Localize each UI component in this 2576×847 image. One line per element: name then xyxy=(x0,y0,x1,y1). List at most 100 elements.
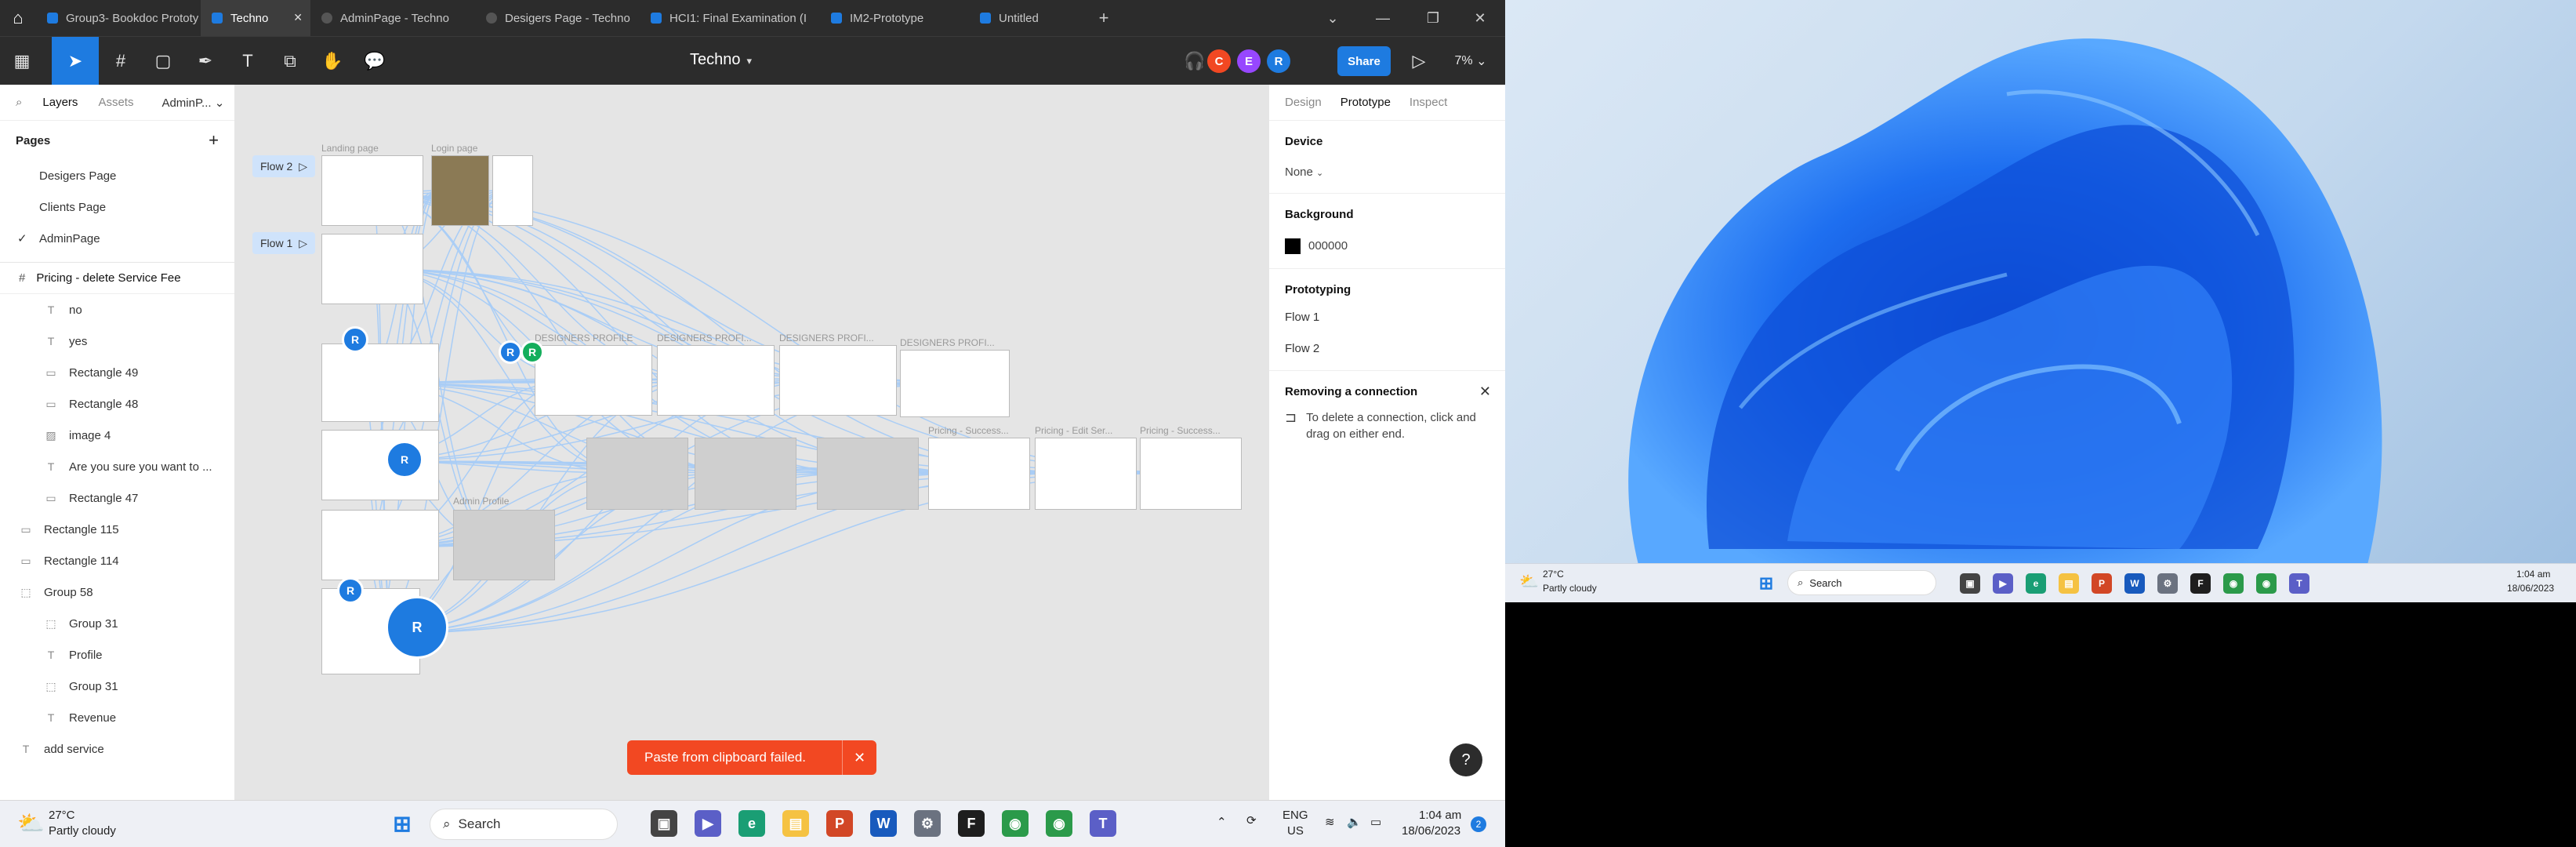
frame-thumbnail[interactable] xyxy=(321,344,439,422)
frame-label[interactable]: DESIGNERS PROFILE xyxy=(535,333,633,344)
wifi-icon[interactable]: ≋ xyxy=(1325,815,1335,829)
frame-label[interactable]: Pricing - Edit Ser... xyxy=(1035,425,1112,436)
flow-starting-point[interactable]: Flow 2 ▷ xyxy=(252,155,316,177)
tab-desigers-page[interactable]: Desigers Page - Techno xyxy=(475,0,640,36)
frame-thumbnail[interactable] xyxy=(817,438,919,510)
page-switcher[interactable]: AdminP... ⌄ xyxy=(161,96,224,110)
weather-temp[interactable]: 27°C xyxy=(1543,569,1564,580)
taskbar-search[interactable]: ⌕ Search xyxy=(430,809,618,840)
window-close-icon[interactable]: ✕ xyxy=(1455,0,1505,36)
frame-thumbnail[interactable] xyxy=(657,345,775,416)
frame-label[interactable]: Landing page xyxy=(321,143,379,154)
frame-layer[interactable]: # Pricing - delete Service Fee xyxy=(0,263,234,294)
share-button[interactable]: Share xyxy=(1337,46,1391,76)
frame-thumbnail[interactable] xyxy=(321,234,423,304)
weather-temp[interactable]: 27°C xyxy=(49,809,75,822)
layer-item[interactable]: Tno xyxy=(0,294,234,325)
tab-adminpage[interactable]: AdminPage - Techno xyxy=(310,0,475,36)
design-canvas[interactable]: Flow 2 ▷ Flow 1 ▷ Landing page Login page … xyxy=(235,85,1268,800)
clock-date[interactable]: 18/06/2023 xyxy=(2507,583,2554,594)
layer-item[interactable]: T Are you sure you want to ... xyxy=(0,451,234,482)
teams-icon[interactable]: T xyxy=(2289,573,2309,594)
frame-thumbnail[interactable] xyxy=(928,438,1030,510)
chrome-icon[interactable]: ◉ xyxy=(2223,573,2244,594)
language-label[interactable]: ENG xyxy=(1283,809,1308,822)
figma-app-icon[interactable]: F xyxy=(2190,573,2211,594)
layer-item[interactable]: ⬚ Group 31 xyxy=(0,671,234,702)
file-explorer-icon[interactable]: ▤ xyxy=(782,810,809,837)
frame-thumbnail[interactable] xyxy=(321,155,423,226)
volume-icon[interactable]: 🔈 xyxy=(1347,815,1362,829)
flow-item[interactable]: Flow 2 xyxy=(1285,333,1489,364)
weather-desc[interactable]: Partly cloudy xyxy=(49,824,116,838)
hand-tool-icon[interactable]: ✋ xyxy=(314,37,351,85)
frame-label[interactable]: Pricing - Success... xyxy=(1140,425,1221,436)
chrome-icon[interactable]: ◉ xyxy=(1002,810,1029,837)
frame-thumbnail[interactable] xyxy=(779,345,897,416)
powerpoint-icon[interactable]: P xyxy=(2092,573,2112,594)
minimize-icon[interactable]: — xyxy=(1358,0,1408,36)
chrome-icon[interactable]: ◉ xyxy=(1046,810,1072,837)
avatar[interactable]: E xyxy=(1237,49,1261,73)
layer-item[interactable]: ▭ Rectangle 49 xyxy=(0,357,234,388)
settings-icon[interactable]: ⚙ xyxy=(914,810,941,837)
search-icon[interactable]: ⌕ xyxy=(16,96,22,109)
sync-icon[interactable]: ⟳ xyxy=(1246,813,1257,827)
windows-start-icon[interactable]: ⊞ xyxy=(389,810,415,837)
home-icon[interactable]: ⌂ xyxy=(0,0,36,36)
tab-techno[interactable]: Techno ✕ xyxy=(201,0,310,36)
help-button[interactable]: ? xyxy=(1449,743,1482,776)
new-tab-plus-icon[interactable]: + xyxy=(1087,0,1121,36)
tab-group3[interactable]: Group3- Bookdoc Prototy xyxy=(36,0,201,36)
weather-icon[interactable]: ⛅ xyxy=(17,810,45,836)
taskbar-search[interactable]: ⌕ Search xyxy=(1787,570,1936,595)
layer-item[interactable]: Tadd service xyxy=(0,733,234,765)
background-color-field[interactable]: 000000 xyxy=(1285,238,1489,254)
task-view-icon[interactable]: ▣ xyxy=(1960,573,1980,594)
notification-badge[interactable]: 2 xyxy=(1471,816,1486,832)
layer-item[interactable]: ▨ image 4 xyxy=(0,420,234,451)
layer-item[interactable]: ▭ Rectangle 115 xyxy=(0,514,234,545)
page-item[interactable]: Clients Page xyxy=(0,191,234,223)
page-item[interactable]: ✓ AdminPage xyxy=(0,223,234,254)
teams-chat-icon[interactable]: ▶ xyxy=(695,810,721,837)
tab-inspect[interactable]: Inspect xyxy=(1410,96,1447,109)
flow-starting-point[interactable]: Flow 1 ▷ xyxy=(252,232,316,254)
frame-label[interactable]: DESIGNERS PROFI... xyxy=(900,337,995,348)
layer-item[interactable]: T Profile xyxy=(0,639,234,671)
layer-item[interactable]: ▭ Rectangle 114 xyxy=(0,545,234,576)
avatar[interactable]: C xyxy=(1207,49,1231,73)
close-icon[interactable]: ✕ xyxy=(842,740,876,775)
page-item[interactable]: Desigers Page xyxy=(0,160,234,191)
powerpoint-icon[interactable]: P xyxy=(826,810,853,837)
task-view-icon[interactable]: ▣ xyxy=(651,810,677,837)
layer-item[interactable]: ⬚ Group 58 xyxy=(0,576,234,608)
tab-hci1[interactable]: HCI1: Final Examination (I xyxy=(640,0,820,36)
restore-icon[interactable]: ❐ xyxy=(1408,0,1458,36)
device-select[interactable]: None ⌄ xyxy=(1285,165,1489,179)
close-icon[interactable]: ✕ xyxy=(1479,384,1491,400)
present-icon[interactable]: ▷ xyxy=(1400,37,1438,85)
frame-label[interactable]: Login page xyxy=(431,143,477,154)
resources-icon[interactable]: ⧉ xyxy=(271,37,309,85)
color-swatch[interactable] xyxy=(1285,238,1301,254)
frame-tool-icon[interactable]: # xyxy=(102,37,140,85)
frame-thumbnail[interactable] xyxy=(431,155,489,226)
word-icon[interactable]: W xyxy=(870,810,897,837)
frame-thumbnail[interactable] xyxy=(900,350,1010,417)
flow-item[interactable]: Flow 1 xyxy=(1285,301,1489,333)
frame-thumbnail[interactable] xyxy=(695,438,796,510)
frame-label[interactable]: DESIGNERS PROFI... xyxy=(779,333,874,344)
comment-tool-icon[interactable]: 💬 xyxy=(356,37,394,85)
clock-time[interactable]: 1:04 am xyxy=(2516,569,2550,580)
frame-thumbnail[interactable] xyxy=(1140,438,1242,510)
weather-icon[interactable]: ⛅ xyxy=(1519,572,1539,591)
region-label[interactable]: US xyxy=(1287,824,1304,838)
frame-thumbnail[interactable] xyxy=(453,510,555,580)
frame-label[interactable]: Pricing - Success... xyxy=(928,425,1009,436)
word-icon[interactable]: W xyxy=(2124,573,2145,594)
move-tool-icon[interactable]: ➤ xyxy=(52,37,99,85)
frame-label[interactable]: Admin Profile xyxy=(453,496,509,507)
chevron-down-icon[interactable]: ⌄ xyxy=(1308,0,1358,36)
chrome-icon[interactable]: ◉ xyxy=(2256,573,2277,594)
